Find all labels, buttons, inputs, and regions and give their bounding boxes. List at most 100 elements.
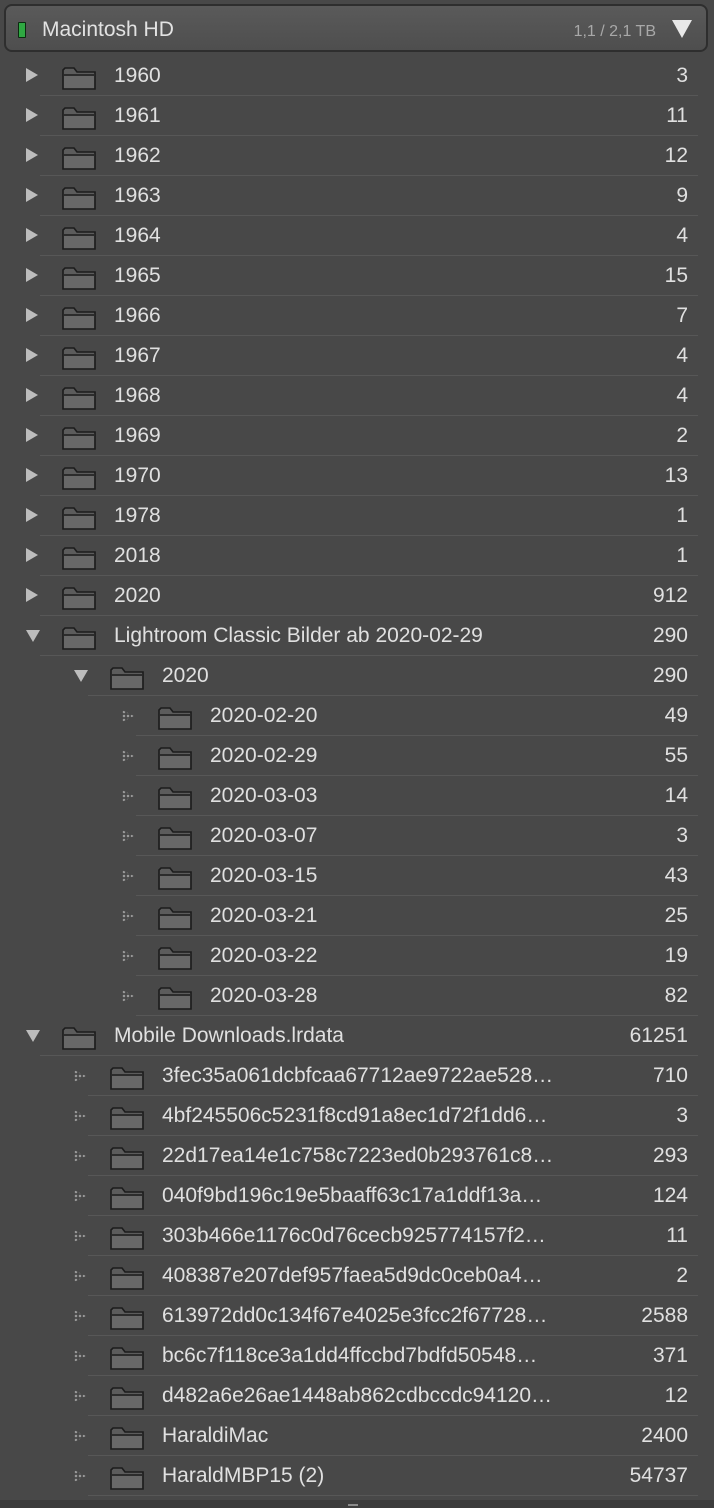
folder-photo-count: 82 xyxy=(664,984,688,1007)
folder-name: 408387e207def957faea5d9dc0ceb0a4… xyxy=(162,1264,543,1287)
folder-row[interactable]: 1960 3 xyxy=(0,56,714,96)
disclosure-closed-icon[interactable] xyxy=(26,188,38,202)
folder-row[interactable]: 2020-03-22 19 xyxy=(0,936,714,976)
disclosure-closed-icon[interactable] xyxy=(26,228,38,242)
folder-row[interactable]: 2020-02-20 49 xyxy=(0,696,714,736)
folder-row[interactable]: 1969 2 xyxy=(0,416,714,456)
folder-photo-count: 4 xyxy=(676,224,688,247)
folder-icon xyxy=(62,106,96,130)
folder-row[interactable]: HaraldiMac 2400 xyxy=(0,1416,714,1456)
resize-handle[interactable] xyxy=(348,1504,358,1506)
folder-row[interactable]: 1965 15 xyxy=(0,256,714,296)
folder-name: bc6c7f118ce3a1dd4ffccbd7bdfd50548… xyxy=(162,1344,538,1367)
folder-icon xyxy=(62,386,96,410)
disclosure-closed-icon[interactable] xyxy=(26,148,38,162)
folder-row[interactable]: 2020-03-21 25 xyxy=(0,896,714,936)
folder-name: 303b466e1176c0d76cecb925774157f2… xyxy=(162,1224,546,1247)
disclosure-closed-icon[interactable] xyxy=(26,388,38,402)
disclosure-closed-icon[interactable] xyxy=(26,588,38,602)
folder-row[interactable]: 408387e207def957faea5d9dc0ceb0a4… 2 xyxy=(0,1256,714,1296)
folder-row[interactable]: 2020-03-15 43 xyxy=(0,856,714,896)
volume-status-indicator xyxy=(18,22,26,38)
folder-row[interactable]: 1970 13 xyxy=(0,456,714,496)
folder-row[interactable]: 3fec35a061dcbfcaa67712ae9722ae528… 710 xyxy=(0,1056,714,1096)
folder-row[interactable]: 303b466e1176c0d76cecb925774157f2… 11 xyxy=(0,1216,714,1256)
folder-photo-count: 1 xyxy=(676,504,688,527)
folder-icon xyxy=(62,346,96,370)
volume-menu-triangle-icon[interactable] xyxy=(672,20,692,38)
folder-photo-count: 25 xyxy=(664,904,688,927)
disclosure-empty-icon xyxy=(122,990,134,1002)
disclosure-closed-icon[interactable] xyxy=(26,308,38,322)
folder-photo-count: 11 xyxy=(666,104,688,127)
folder-row[interactable]: d482a6e26ae1448ab862cdbccdc94120… 12 xyxy=(0,1376,714,1416)
folder-photo-count: 12 xyxy=(664,144,688,167)
folder-row[interactable]: 1964 4 xyxy=(0,216,714,256)
folder-name: 1961 xyxy=(114,104,161,127)
row-divider xyxy=(88,1495,698,1496)
folder-row[interactable]: 2020-03-07 3 xyxy=(0,816,714,856)
disclosure-open-icon[interactable] xyxy=(26,630,40,642)
folder-name: 1969 xyxy=(114,424,161,447)
folder-icon xyxy=(110,1186,144,1210)
disclosure-closed-icon[interactable] xyxy=(26,468,38,482)
folder-icon xyxy=(158,946,192,970)
folder-name: Mobile Downloads.lrdata xyxy=(114,1024,344,1047)
folder-photo-count: 9 xyxy=(676,184,688,207)
disclosure-closed-icon[interactable] xyxy=(26,428,38,442)
disclosure-closed-icon[interactable] xyxy=(26,108,38,122)
folder-photo-count: 12 xyxy=(664,1384,688,1407)
folder-row[interactable]: bc6c7f118ce3a1dd4ffccbd7bdfd50548… 371 xyxy=(0,1336,714,1376)
folder-icon xyxy=(110,1146,144,1170)
disclosure-open-icon[interactable] xyxy=(26,1030,40,1042)
folder-row[interactable]: 2020-03-03 14 xyxy=(0,776,714,816)
folder-row[interactable]: 040f9bd196c19e5baaff63c17a1ddf13a… 124 xyxy=(0,1176,714,1216)
folder-row[interactable]: 4bf245506c5231f8cd91a8ec1d72f1dd6… 3 xyxy=(0,1096,714,1136)
folder-name: HaraldMBP15 (2) xyxy=(162,1464,325,1487)
folder-row[interactable]: 1963 9 xyxy=(0,176,714,216)
folder-name: 1970 xyxy=(114,464,161,487)
folder-row[interactable]: HaraldMBP15 (2) 54737 xyxy=(0,1456,714,1496)
folder-photo-count: 290 xyxy=(652,624,688,647)
folder-row[interactable]: 2018 1 xyxy=(0,536,714,576)
folder-row[interactable]: 2020-02-29 55 xyxy=(0,736,714,776)
folder-name: 2020-03-28 xyxy=(210,984,318,1007)
folder-row[interactable]: 22d17ea14e1c758c7223ed0b293761c8… 293 xyxy=(0,1136,714,1176)
disclosure-empty-icon xyxy=(74,1310,86,1322)
folder-row[interactable]: 1968 4 xyxy=(0,376,714,416)
folder-row[interactable]: 2020 912 xyxy=(0,576,714,616)
folder-icon xyxy=(62,466,96,490)
folder-photo-count: 4 xyxy=(676,384,688,407)
disclosure-empty-icon xyxy=(122,950,134,962)
disclosure-closed-icon[interactable] xyxy=(26,348,38,362)
folder-icon xyxy=(62,66,96,90)
folder-icon xyxy=(158,746,192,770)
disclosure-empty-icon xyxy=(74,1390,86,1402)
folders-panel: Macintosh HD 1,1 / 2,1 TB 1960 3 1961 11 196… xyxy=(0,0,714,1508)
folder-photo-count: 55 xyxy=(664,744,688,767)
folder-row[interactable]: 613972dd0c134f67e4025e3fcc2f67728… 2588 xyxy=(0,1296,714,1336)
disclosure-closed-icon[interactable] xyxy=(26,68,38,82)
folder-photo-count: 49 xyxy=(664,704,688,727)
folder-row[interactable]: 1962 12 xyxy=(0,136,714,176)
folder-row[interactable]: Mobile Downloads.lrdata 61251 xyxy=(0,1016,714,1056)
folder-row[interactable]: 1967 4 xyxy=(0,336,714,376)
folder-row[interactable]: 1978 1 xyxy=(0,496,714,536)
folder-icon xyxy=(62,546,96,570)
folder-row[interactable]: 2020-03-28 82 xyxy=(0,976,714,1016)
disclosure-closed-icon[interactable] xyxy=(26,508,38,522)
folder-row[interactable]: 2020 290 xyxy=(0,656,714,696)
folder-row[interactable]: 1966 7 xyxy=(0,296,714,336)
folder-row[interactable]: Lightroom Classic Bilder ab 2020-02-29 29… xyxy=(0,616,714,656)
disclosure-empty-icon xyxy=(74,1110,86,1122)
folder-icon xyxy=(158,786,192,810)
folder-row[interactable]: 1961 11 xyxy=(0,96,714,136)
volume-header[interactable]: Macintosh HD 1,1 / 2,1 TB xyxy=(4,4,708,52)
disclosure-empty-icon xyxy=(74,1150,86,1162)
disclosure-closed-icon[interactable] xyxy=(26,548,38,562)
folder-photo-count: 124 xyxy=(652,1184,688,1207)
disclosure-closed-icon[interactable] xyxy=(26,268,38,282)
volume-name: Macintosh HD xyxy=(42,18,174,41)
folder-photo-count: 3 xyxy=(676,64,688,87)
disclosure-open-icon[interactable] xyxy=(74,670,88,682)
